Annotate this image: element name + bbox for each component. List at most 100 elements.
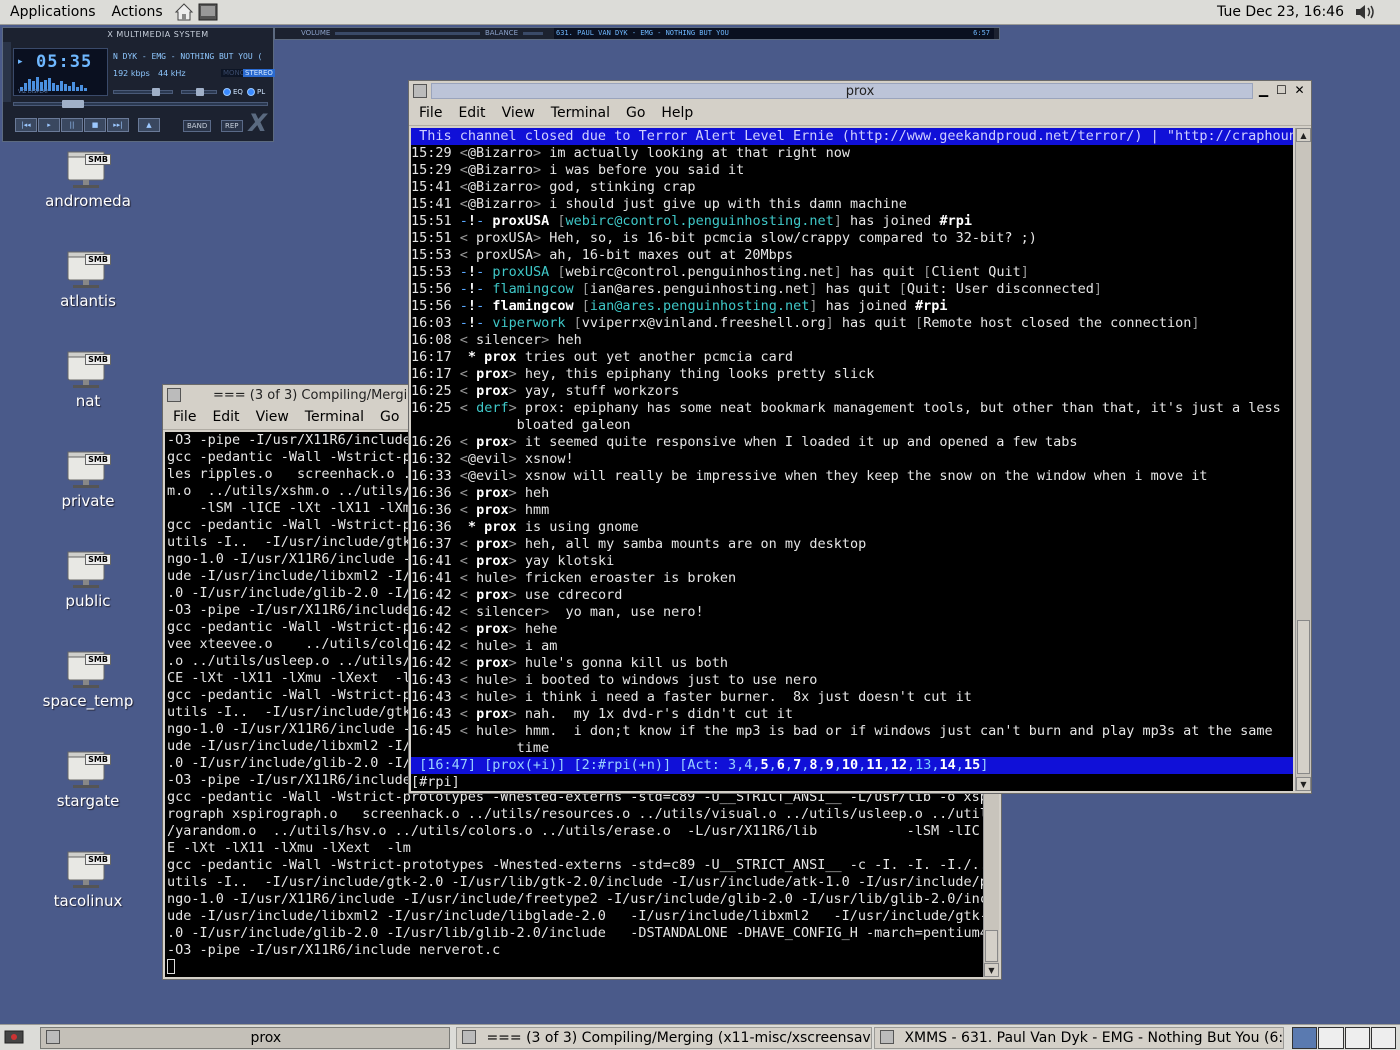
desktop-icon-andromeda[interactable]: SMB andromeda <box>28 146 148 210</box>
task-compile[interactable]: === (3 of 3) Compiling/Merging (x11-misc… <box>456 1027 872 1049</box>
minibar-volume-slider[interactable] <box>335 32 480 35</box>
stop-button[interactable]: ■ <box>84 118 106 132</box>
irc-titlebar[interactable]: prox ▁ ☐ ✕ <box>409 81 1311 101</box>
xmms-bitrate: 192 kbps <box>113 69 150 78</box>
menu-go[interactable]: Go <box>618 105 653 121</box>
xmms-player: X MULTIMEDIA SYSTEM ▸ 05:35 VIZ DISPLAY … <box>2 27 275 142</box>
task-prox[interactable]: prox <box>40 1027 450 1049</box>
repeat-button[interactable]: REP <box>221 120 243 132</box>
menu-terminal[interactable]: Terminal <box>297 409 372 425</box>
clock[interactable]: Tue Dec 23, 16:46 <box>1217 4 1344 20</box>
desktop-icon-label: stargate <box>56 792 120 810</box>
menu-terminal[interactable]: Terminal <box>543 105 618 121</box>
task-xmms[interactable]: XMMS - 631. Paul Van Dyk - EMG - Nothing… <box>874 1027 1284 1049</box>
workspace-3[interactable] <box>1344 1027 1370 1049</box>
network-share-icon: SMB <box>65 746 111 790</box>
irc-message: 16:17 < prox> hey, this epiphany thing l… <box>411 366 875 382</box>
scroll-up-icon[interactable]: ▲ <box>1296 128 1311 142</box>
task-compile-label: === (3 of 3) Compiling/Merging (x11-misc… <box>486 1030 871 1046</box>
actions-menu[interactable]: Actions <box>104 4 171 20</box>
volume-slider[interactable] <box>113 88 173 96</box>
desktop-icon-private[interactable]: SMB private <box>28 446 148 510</box>
balance-slider[interactable] <box>181 88 217 96</box>
eq-toggle[interactable]: EQ <box>223 88 243 96</box>
desktop-icon-label: public <box>65 592 111 610</box>
scroll-down-icon[interactable]: ▼ <box>984 963 999 977</box>
desktop-icon-label: space_temp <box>42 692 134 710</box>
irc-input-line[interactable]: [#rpi] <box>411 774 1293 791</box>
irc-message: 16:42 < silencer> yo man, use nero! <box>411 604 704 620</box>
volume-icon[interactable] <box>1354 2 1378 22</box>
show-desktop-icon[interactable] <box>3 1029 27 1047</box>
menu-edit[interactable]: Edit <box>450 105 493 121</box>
terminal-line: /yarandom.o ../utils/hsv.o ../utils/colo… <box>167 823 980 839</box>
irc-message: 16:08 < silencer> heh <box>411 332 582 348</box>
irc-terminal-output[interactable]: This channel closed due to Terror Alert … <box>411 128 1293 791</box>
terminal-line: utils -I.. -I/usr/include/gtk-2.0 -I/usr… <box>167 874 983 890</box>
terminal-launcher-icon[interactable] <box>197 2 219 22</box>
irc-status-bar: [16:47] [prox(+i)] [2:#rpi(+n)] [Act: 3,… <box>411 757 1293 774</box>
play-indicator-icon: ▸ <box>18 57 23 67</box>
pl-icon <box>247 88 255 96</box>
pause-button[interactable]: || <box>61 118 83 132</box>
workspace-1[interactable] <box>1292 1027 1318 1049</box>
irc-message: 16:26 < prox> it seemed quite responsive… <box>411 434 1078 450</box>
desktop-icon-atlantis[interactable]: SMB atlantis <box>28 246 148 310</box>
minimize-icon[interactable]: ▁ <box>1256 83 1271 98</box>
scroll-down-icon[interactable]: ▼ <box>1296 777 1311 791</box>
terminal-icon <box>46 1030 60 1044</box>
irc-message: 16:25 < prox> yay, stuff workzors <box>411 383 680 399</box>
menu-view[interactable]: View <box>248 409 297 425</box>
eject-button[interactable]: ▲ <box>138 118 160 132</box>
workspace-4[interactable] <box>1370 1027 1396 1049</box>
xmms-time[interactable]: 05:35 <box>36 52 92 72</box>
scroll-thumb[interactable] <box>985 930 998 962</box>
menu-view[interactable]: View <box>494 105 543 121</box>
scroll-thumb[interactable] <box>1297 620 1310 774</box>
home-launcher-icon[interactable] <box>173 2 195 22</box>
irc-message: 15:29 <@Bizarro> im actually looking at … <box>411 145 850 161</box>
menu-help[interactable]: Help <box>653 105 701 121</box>
viz-display-label: VIZ DISPLAY <box>18 89 49 95</box>
menu-file[interactable]: File <box>411 105 450 121</box>
close-icon[interactable]: ✕ <box>1292 83 1307 98</box>
pl-toggle[interactable]: PL <box>247 88 265 96</box>
irc-message: 16:42 < prox> hule's gonna kill us both <box>411 655 729 671</box>
menu-edit[interactable]: Edit <box>204 409 247 425</box>
xmms-minibar: VOLUME BALANCE 631. PAUL VAN DYK - EMG -… <box>274 27 1000 40</box>
seek-bar[interactable] <box>13 100 268 108</box>
maximize-icon[interactable]: ☐ <box>1274 83 1289 98</box>
minibar-balance-slider[interactable] <box>523 32 543 35</box>
irc-message: 16:25 < derf> prox: epiphany has some ne… <box>411 400 1281 416</box>
desktop-icon-space_temp[interactable]: SMB space_temp <box>28 646 148 710</box>
irc-message: 15:53 < proxUSA> ah, 16-bit maxes out at… <box>411 247 794 263</box>
terminal-line: gcc -pedantic -Wall -Wstrict-prototypes … <box>167 857 983 873</box>
smb-badge: SMB <box>85 254 111 265</box>
irc-title: prox <box>845 83 875 99</box>
terminal-line: -O3 -pipe -I/usr/X11R6/include nerverot.… <box>167 942 501 958</box>
desktop-icon-nat[interactable]: SMB nat <box>28 346 148 410</box>
desktop-icon-tacolinux[interactable]: SMB tacolinux <box>28 846 148 910</box>
play-button[interactable]: ▸ <box>38 118 60 132</box>
top-panel: Applications Actions Tue Dec 23, 16:46 <box>0 0 1400 25</box>
irc-message: 16:36 * prox is using gnome <box>411 519 639 535</box>
applications-menu[interactable]: Applications <box>0 4 104 20</box>
irc-message: 16:43 < hule> i think i need a faster bu… <box>411 689 972 705</box>
desktop-icon-public[interactable]: SMB public <box>28 546 148 610</box>
shuffle-button[interactable]: BAND <box>183 120 212 132</box>
previous-button[interactable]: |◂◂ <box>15 118 37 132</box>
workspace-2[interactable] <box>1318 1027 1344 1049</box>
irc-menubar: File Edit View Terminal Go Help <box>409 101 1311 126</box>
task-xmms-label: XMMS - 631. Paul Van Dyk - EMG - Nothing… <box>904 1030 1284 1046</box>
irc-scrollbar[interactable]: ▲ ▼ <box>1295 128 1311 791</box>
menu-file[interactable]: File <box>165 409 204 425</box>
smb-badge: SMB <box>85 754 111 765</box>
menu-go[interactable]: Go <box>372 409 407 425</box>
next-button[interactable]: ▸▸| <box>107 118 129 132</box>
bottom-panel: prox === (3 of 3) Compiling/Merging (x11… <box>0 1024 1400 1050</box>
minibar-time: 6:57 <box>973 29 990 37</box>
workspace-switcher[interactable] <box>1292 1027 1396 1049</box>
window-menu-icon[interactable] <box>167 388 181 402</box>
irc-message: time <box>411 740 550 756</box>
desktop-icon-stargate[interactable]: SMB stargate <box>28 746 148 810</box>
